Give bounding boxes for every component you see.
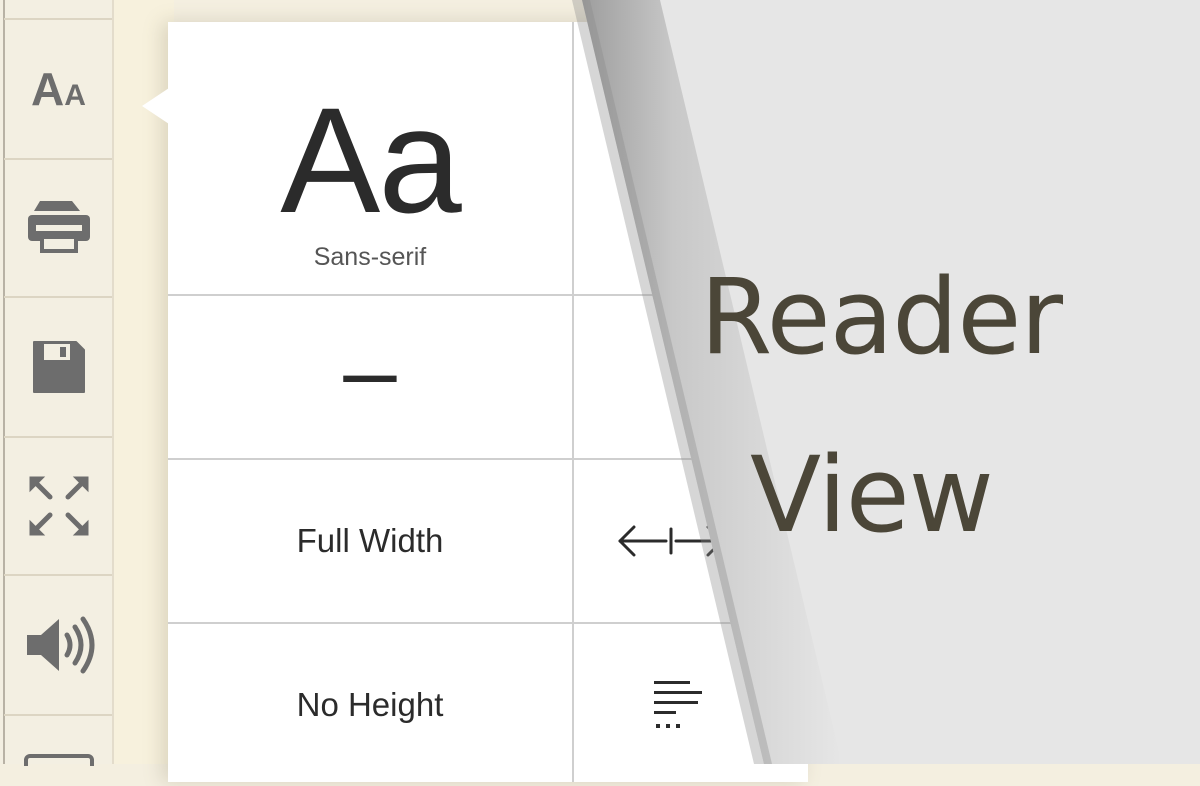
no-height-label: No Height bbox=[296, 686, 444, 723]
fullscreen-button[interactable] bbox=[5, 438, 112, 574]
read-aloud-button[interactable] bbox=[5, 576, 112, 714]
expand-arrows-icon bbox=[29, 476, 88, 536]
full-width-label: Full Width bbox=[296, 522, 444, 559]
full-width-button[interactable]: Full Width bbox=[168, 460, 572, 622]
font-sample: Aa bbox=[280, 75, 461, 244]
printer-icon bbox=[27, 201, 90, 253]
font-family-option[interactable]: Aa Sans-serif bbox=[168, 22, 572, 294]
screen-icon bbox=[23, 754, 94, 766]
decrease-font-size-button[interactable]: – bbox=[168, 296, 572, 458]
minus-label: – bbox=[343, 317, 397, 424]
title-line-1: Reader bbox=[700, 256, 1063, 378]
speaker-icon bbox=[26, 616, 94, 674]
title-line-2: View bbox=[750, 434, 994, 556]
more-button[interactable] bbox=[5, 716, 112, 766]
font-name-label: Sans-serif bbox=[313, 242, 427, 271]
text-size-icon: AA bbox=[31, 63, 86, 115]
text-style-button[interactable]: AA bbox=[5, 20, 112, 158]
reader-view-title: Reader View bbox=[700, 228, 1200, 584]
line-height-button[interactable] bbox=[574, 624, 886, 786]
reader-toolbar: AA bbox=[0, 0, 114, 766]
popup-pointer bbox=[142, 88, 169, 124]
no-height-button[interactable]: No Height bbox=[168, 624, 572, 786]
save-button[interactable] bbox=[5, 298, 112, 436]
print-button[interactable] bbox=[5, 160, 112, 296]
floppy-disk-icon bbox=[32, 341, 85, 393]
line-height-icon bbox=[654, 681, 702, 728]
